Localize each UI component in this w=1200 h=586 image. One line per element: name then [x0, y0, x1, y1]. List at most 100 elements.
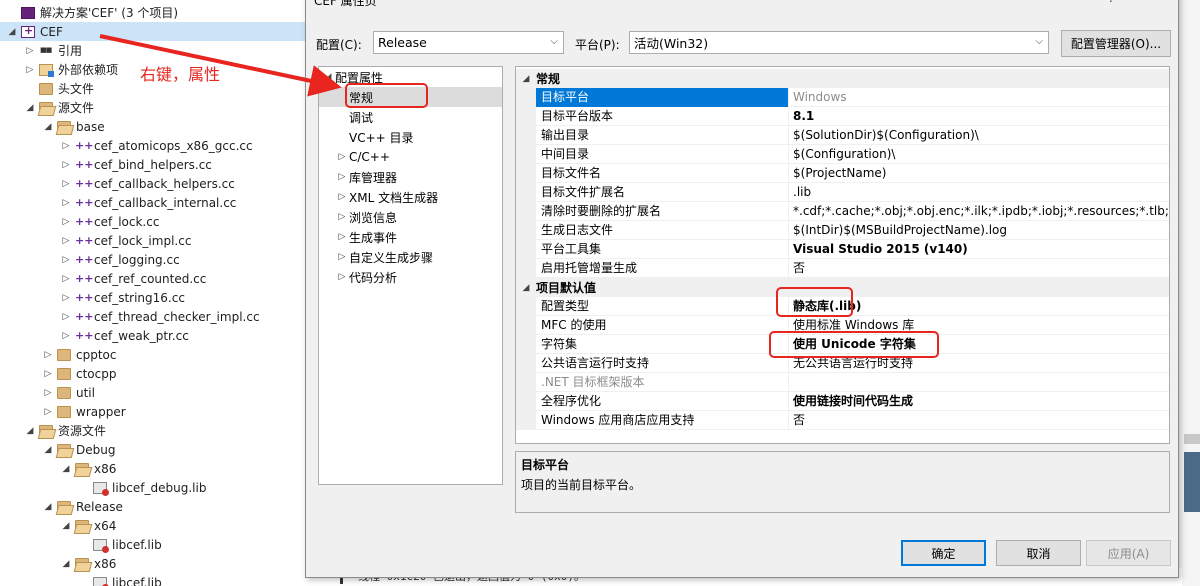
- property-row[interactable]: Windows 应用商店应用支持否: [516, 410, 1169, 430]
- collapse-icon[interactable]: ◢: [42, 122, 54, 132]
- category-item[interactable]: ▷ 生成事件: [319, 227, 502, 247]
- property-value[interactable]: 否: [789, 411, 1169, 430]
- property-row[interactable]: 清除时要删除的扩展名 *.cdf;*.cache;*.obj;*.obj.enc;…: [516, 201, 1169, 221]
- expand-icon[interactable]: ▷: [42, 407, 54, 417]
- category-item[interactable]: ▷ XML 文档生成器: [319, 187, 502, 207]
- property-row[interactable]: 目标平台 Windows: [516, 87, 1169, 107]
- property-value[interactable]: $(IntDir)$(MSBuildProjectName).log: [789, 221, 1169, 240]
- property-row[interactable]: 输出目录 $(SolutionDir)$(Configuration)\: [516, 125, 1169, 145]
- expand-icon[interactable]: ▷: [42, 388, 54, 398]
- collapse-icon[interactable]: ◢: [6, 27, 18, 37]
- property-value[interactable]: 使用 Unicode 字符集: [789, 335, 1169, 354]
- tree-item[interactable]: libcef_debug.lib: [0, 478, 306, 497]
- apply-button[interactable]: 应用(A): [1086, 540, 1171, 566]
- expand-icon[interactable]: ▷: [60, 274, 72, 284]
- tree-item[interactable]: ▷ wrapper: [0, 402, 306, 421]
- property-value[interactable]: [789, 373, 1169, 392]
- expand-icon[interactable]: ▷: [42, 369, 54, 379]
- category-item[interactable]: ▷ 库管理器: [319, 167, 502, 187]
- expand-icon[interactable]: ▷: [42, 350, 54, 360]
- tree-item[interactable]: ◢ 资源文件: [0, 421, 306, 440]
- property-row[interactable]: 目标文件扩展名 .lib: [516, 182, 1169, 202]
- expand-icon[interactable]: ▷: [335, 192, 349, 202]
- collapse-icon[interactable]: ◢: [42, 502, 54, 512]
- expand-icon[interactable]: ▷: [60, 160, 72, 170]
- tree-item[interactable]: ▷ ++ cef_string16.cc: [0, 288, 306, 307]
- property-row[interactable]: .NET 目标框架版本: [516, 372, 1169, 392]
- property-row[interactable]: 全程序优化 使用链接时间代码生成: [516, 391, 1169, 411]
- tree-item[interactable]: ▷ ++ cef_weak_ptr.cc: [0, 326, 306, 345]
- property-row[interactable]: 启用托管增量生成否: [516, 258, 1169, 278]
- property-value[interactable]: *.cdf;*.cache;*.obj;*.obj.enc;*.ilk;*.ip…: [789, 202, 1169, 221]
- category-item[interactable]: VC++ 目录: [319, 127, 502, 147]
- collapse-icon[interactable]: ◢: [60, 464, 72, 474]
- property-row[interactable]: MFC 的使用 使用标准 Windows 库: [516, 315, 1169, 335]
- property-row[interactable]: 生成日志文件 $(IntDir)$(MSBuildProjectName).log: [516, 220, 1169, 240]
- tree-item[interactable]: ▷ ++ cef_logging.cc: [0, 250, 306, 269]
- tree-item[interactable]: ◢ Debug: [0, 440, 306, 459]
- tree-item[interactable]: ◢ Release: [0, 497, 306, 516]
- category-item[interactable]: 调试: [319, 107, 502, 127]
- tree-item[interactable]: ▷ ctocpp: [0, 364, 306, 383]
- tree-item[interactable]: ▷ util: [0, 383, 306, 402]
- expand-icon[interactable]: ▷: [60, 293, 72, 303]
- tree-item[interactable]: ▷ ++ cef_bind_helpers.cc: [0, 155, 306, 174]
- property-row[interactable]: 目标平台版本 8.1: [516, 106, 1169, 126]
- property-value[interactable]: $(Configuration)\: [789, 145, 1169, 164]
- property-value[interactable]: 无公共语言运行时支持: [789, 354, 1169, 373]
- tree-item[interactable]: 解决方案'CEF' (3 个项目): [0, 3, 306, 22]
- property-value[interactable]: 使用标准 Windows 库: [789, 316, 1169, 335]
- property-value[interactable]: 静态库(.lib): [789, 297, 1169, 316]
- collapse-icon[interactable]: ◢: [321, 72, 335, 82]
- property-value[interactable]: 否: [789, 259, 1169, 278]
- property-row[interactable]: 平台工具集 Visual Studio 2015 (v140): [516, 239, 1169, 259]
- expand-icon[interactable]: ▷: [24, 65, 36, 75]
- tree-item[interactable]: ▷ ++ cef_ref_counted.cc: [0, 269, 306, 288]
- property-value[interactable]: Windows: [789, 88, 1169, 107]
- expand-icon[interactable]: ▷: [60, 141, 72, 151]
- expand-icon[interactable]: ▷: [335, 252, 349, 262]
- property-value[interactable]: 8.1: [789, 107, 1169, 126]
- cancel-button[interactable]: 取消: [996, 540, 1081, 566]
- tree-item[interactable]: ◢ CEF: [0, 22, 306, 41]
- platform-select[interactable]: 活动(Win32) ⌵: [629, 31, 1049, 54]
- property-row[interactable]: 配置类型 静态库(.lib): [516, 296, 1169, 316]
- category-item[interactable]: ◢ 配置属性: [319, 67, 502, 87]
- expand-icon[interactable]: ▷: [60, 255, 72, 265]
- tree-item[interactable]: libcef.lib: [0, 535, 306, 554]
- tree-item[interactable]: ▷ ++ cef_lock_impl.cc: [0, 231, 306, 250]
- expand-icon[interactable]: ▷: [335, 272, 349, 282]
- category-item[interactable]: ▷ C/C++: [319, 147, 502, 167]
- expand-icon[interactable]: ▷: [60, 179, 72, 189]
- tree-item[interactable]: ◢ 源文件: [0, 98, 306, 117]
- expand-icon[interactable]: ▷: [335, 212, 349, 222]
- expand-icon[interactable]: ▷: [24, 46, 36, 56]
- expand-icon[interactable]: ▷: [335, 232, 349, 242]
- help-button[interactable]: ?: [1108, 0, 1114, 5]
- expand-icon[interactable]: ▷: [60, 217, 72, 227]
- property-row[interactable]: 字符集 使用 Unicode 字符集: [516, 334, 1169, 354]
- tree-item[interactable]: ▷ cpptoc: [0, 345, 306, 364]
- tree-item[interactable]: ▷ ++ cef_lock.cc: [0, 212, 306, 231]
- collapse-icon[interactable]: ◢: [24, 426, 36, 436]
- tree-item[interactable]: ▷ ++ cef_callback_helpers.cc: [0, 174, 306, 193]
- property-value[interactable]: $(SolutionDir)$(Configuration)\: [789, 126, 1169, 145]
- property-row[interactable]: 中间目录 $(Configuration)\: [516, 144, 1169, 164]
- ok-button[interactable]: 确定: [901, 540, 986, 566]
- tree-item[interactable]: ▷ ++ cef_callback_internal.cc: [0, 193, 306, 212]
- tree-item[interactable]: ◢ base: [0, 117, 306, 136]
- category-item[interactable]: ▷ 代码分析: [319, 267, 502, 287]
- property-value[interactable]: .lib: [789, 183, 1169, 202]
- collapse-icon[interactable]: ◢: [516, 74, 536, 84]
- config-manager-button[interactable]: 配置管理器(O)...: [1061, 30, 1171, 57]
- expand-icon[interactable]: ▷: [335, 152, 349, 162]
- collapse-icon[interactable]: ◢: [516, 283, 536, 293]
- category-item[interactable]: ▷ 自定义生成步骤: [319, 247, 502, 267]
- tree-item[interactable]: libcef.lib: [0, 573, 306, 586]
- collapse-icon[interactable]: ◢: [24, 103, 36, 113]
- expand-icon[interactable]: ▷: [60, 331, 72, 341]
- property-value[interactable]: 使用链接时间代码生成: [789, 392, 1169, 411]
- collapse-icon[interactable]: ◢: [60, 559, 72, 569]
- tree-item[interactable]: ◢ x86: [0, 459, 306, 478]
- collapse-icon[interactable]: ◢: [60, 521, 72, 531]
